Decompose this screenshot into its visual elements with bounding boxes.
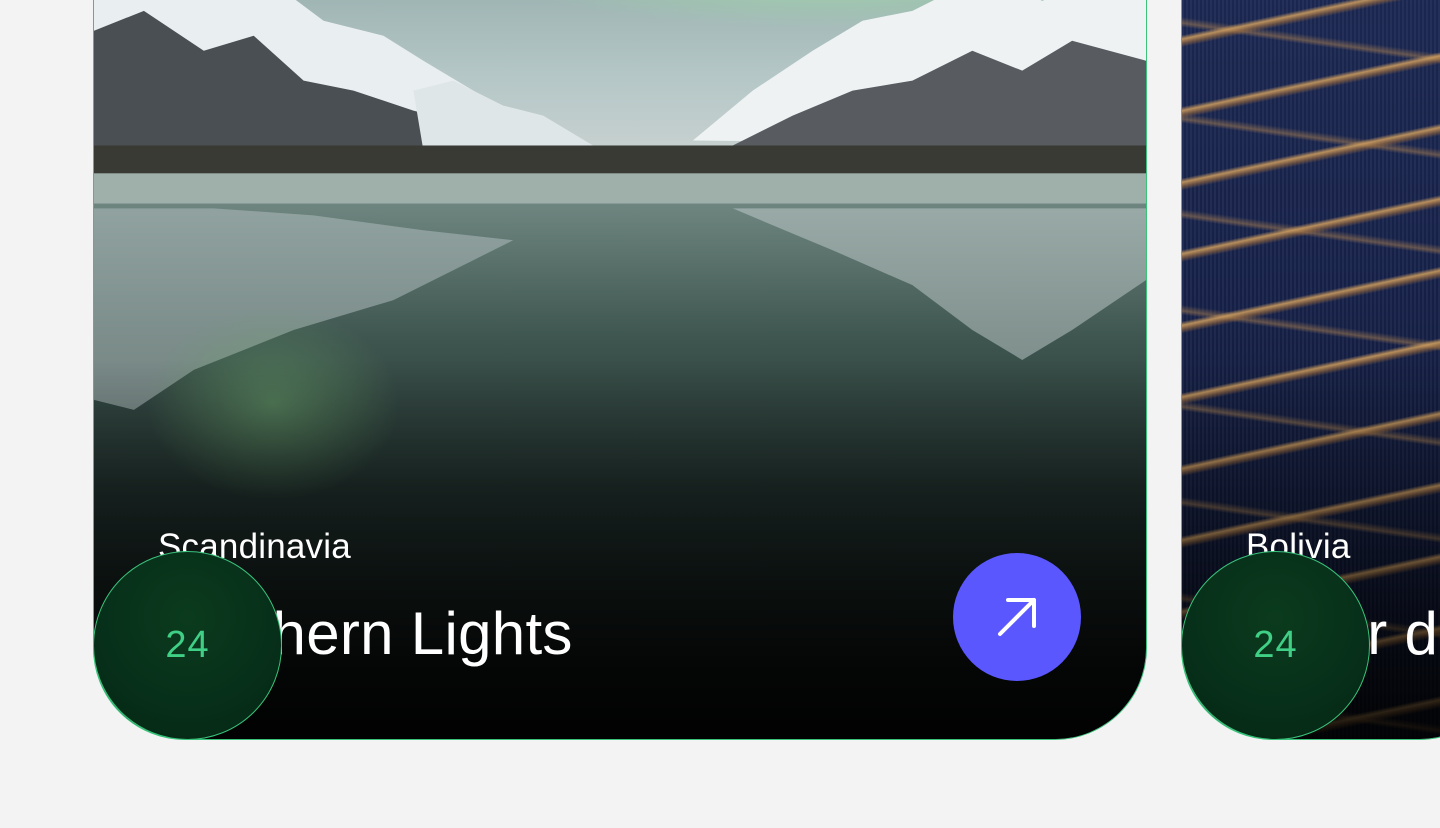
count-badge: 24 (93, 551, 282, 740)
open-destination-button[interactable] (953, 553, 1081, 681)
arrow-up-right-icon (998, 598, 1036, 636)
destination-carousel: Scandinavia Northern Lights Bolivia Sala… (0, 0, 1440, 828)
count-badge: 24 (1181, 551, 1370, 740)
